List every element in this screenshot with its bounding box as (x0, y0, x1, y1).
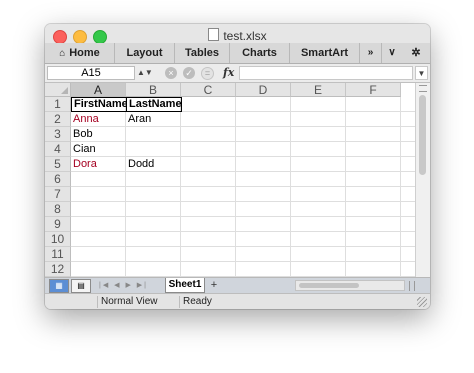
sheet-nav-buttons[interactable]: |◀ ◀ ▶ ▶| (99, 281, 159, 291)
name-box-stepper-icon[interactable]: ▲▼ (137, 66, 153, 80)
worksheet-grid[interactable]: A B C D E F 1 2 3 4 5 6 7 8 9 10 11 12 FirstName LastName An… (45, 83, 415, 277)
grid-column-line (345, 97, 346, 277)
cancel-entry-icon[interactable]: × (165, 67, 177, 79)
ribbon-tabs: ⌂ Home Layout Tables Charts SmartArt » ∨ … (45, 43, 430, 64)
tab-charts[interactable]: Charts (230, 43, 290, 63)
status-bar: Normal View Ready (45, 293, 430, 309)
row-header-5[interactable]: 5 (45, 157, 71, 172)
formula-expand-icon[interactable]: ▼ (415, 66, 428, 80)
horizontal-scrollbar[interactable] (295, 280, 405, 291)
tab-tables[interactable]: Tables (175, 43, 230, 63)
tab-layout[interactable]: Layout (115, 43, 175, 63)
sheet-tab-bar: ▦ ▤ |◀ ◀ ▶ ▶| Sheet1 + (45, 277, 430, 294)
tab-home-label: Home (69, 47, 100, 59)
column-header-b[interactable]: B (126, 83, 181, 97)
status-ready: Ready (183, 296, 212, 307)
row-header-6[interactable]: 6 (45, 172, 71, 187)
grid-column-line (235, 97, 236, 277)
select-all-triangle-icon (61, 87, 68, 94)
row-header-2[interactable]: 2 (45, 112, 71, 127)
formula-input[interactable] (239, 66, 413, 80)
cell-a5[interactable]: Dora (71, 157, 126, 172)
row-header-3[interactable]: 3 (45, 127, 71, 142)
fx-button[interactable]: fx (223, 66, 234, 79)
more-tabs-icon[interactable]: » (360, 43, 382, 63)
horizontal-scroll-thumb[interactable] (299, 283, 359, 288)
tab-smartart[interactable]: SmartArt (290, 43, 360, 63)
gear-icon[interactable]: ✲ (402, 43, 430, 63)
sheet-tab[interactable]: Sheet1 (165, 278, 205, 293)
vertical-scrollbar[interactable] (415, 83, 430, 277)
document-icon (208, 28, 220, 41)
home-icon: ⌂ (59, 48, 66, 59)
cell-b1[interactable]: LastName (126, 97, 182, 112)
cell-a3[interactable]: Bob (71, 127, 126, 142)
equals-icon[interactable]: = (201, 67, 214, 80)
column-header-a[interactable]: A (71, 83, 126, 97)
row-header-12[interactable]: 12 (45, 262, 71, 277)
grid-column-line (400, 97, 401, 277)
row-header-10[interactable]: 10 (45, 232, 71, 247)
select-all-corner[interactable] (45, 83, 71, 97)
row-header-4[interactable]: 4 (45, 142, 71, 157)
normal-view-button[interactable]: ▦ (49, 279, 69, 293)
resize-grip-icon[interactable] (417, 297, 427, 307)
grid-row-line (71, 231, 415, 232)
cell-a2[interactable]: Anna (71, 112, 126, 127)
cell-b5[interactable]: Dodd (126, 157, 181, 172)
grid-column-line (290, 97, 291, 277)
column-header-e[interactable]: E (291, 83, 346, 97)
formula-bar: A15 ▲▼ × ✓ = fx ▼ (45, 64, 430, 83)
cell-a4[interactable]: Cian (71, 142, 126, 157)
horizontal-split-handle[interactable] (409, 281, 415, 291)
page-layout-view-button[interactable]: ▤ (71, 279, 91, 293)
cell-a1[interactable]: FirstName (71, 97, 127, 112)
row-header-8[interactable]: 8 (45, 202, 71, 217)
status-divider (97, 296, 98, 308)
confirm-entry-icon[interactable]: ✓ (183, 67, 195, 79)
row-header-1[interactable]: 1 (45, 97, 71, 112)
status-view-mode: Normal View (101, 296, 158, 307)
column-header-c[interactable]: C (181, 83, 236, 97)
add-sheet-button[interactable]: + (207, 278, 221, 292)
row-header-11[interactable]: 11 (45, 247, 71, 262)
window-title-group: test.xlsx (45, 28, 430, 43)
grid-row-line (71, 186, 415, 187)
status-divider (179, 296, 180, 308)
excel-window: test.xlsx ⌂ Home Layout Tables Charts Sma… (45, 24, 430, 309)
row-header-9[interactable]: 9 (45, 217, 71, 232)
grid-row-line (71, 216, 415, 217)
collapse-ribbon-icon[interactable]: ∨ (382, 43, 402, 63)
grid-row-line (71, 261, 415, 262)
tab-home[interactable]: ⌂ Home (45, 43, 115, 63)
grid-row-line (71, 246, 415, 247)
name-box[interactable]: A15 (47, 66, 135, 80)
grid-row-line (71, 201, 415, 202)
window-title: test.xlsx (223, 29, 267, 43)
column-header-f[interactable]: F (346, 83, 401, 97)
cell-b2[interactable]: Aran (126, 112, 181, 127)
vertical-split-handle[interactable] (419, 85, 427, 92)
row-header-7[interactable]: 7 (45, 187, 71, 202)
column-header-d[interactable]: D (236, 83, 291, 97)
vertical-scroll-thumb[interactable] (419, 95, 426, 175)
